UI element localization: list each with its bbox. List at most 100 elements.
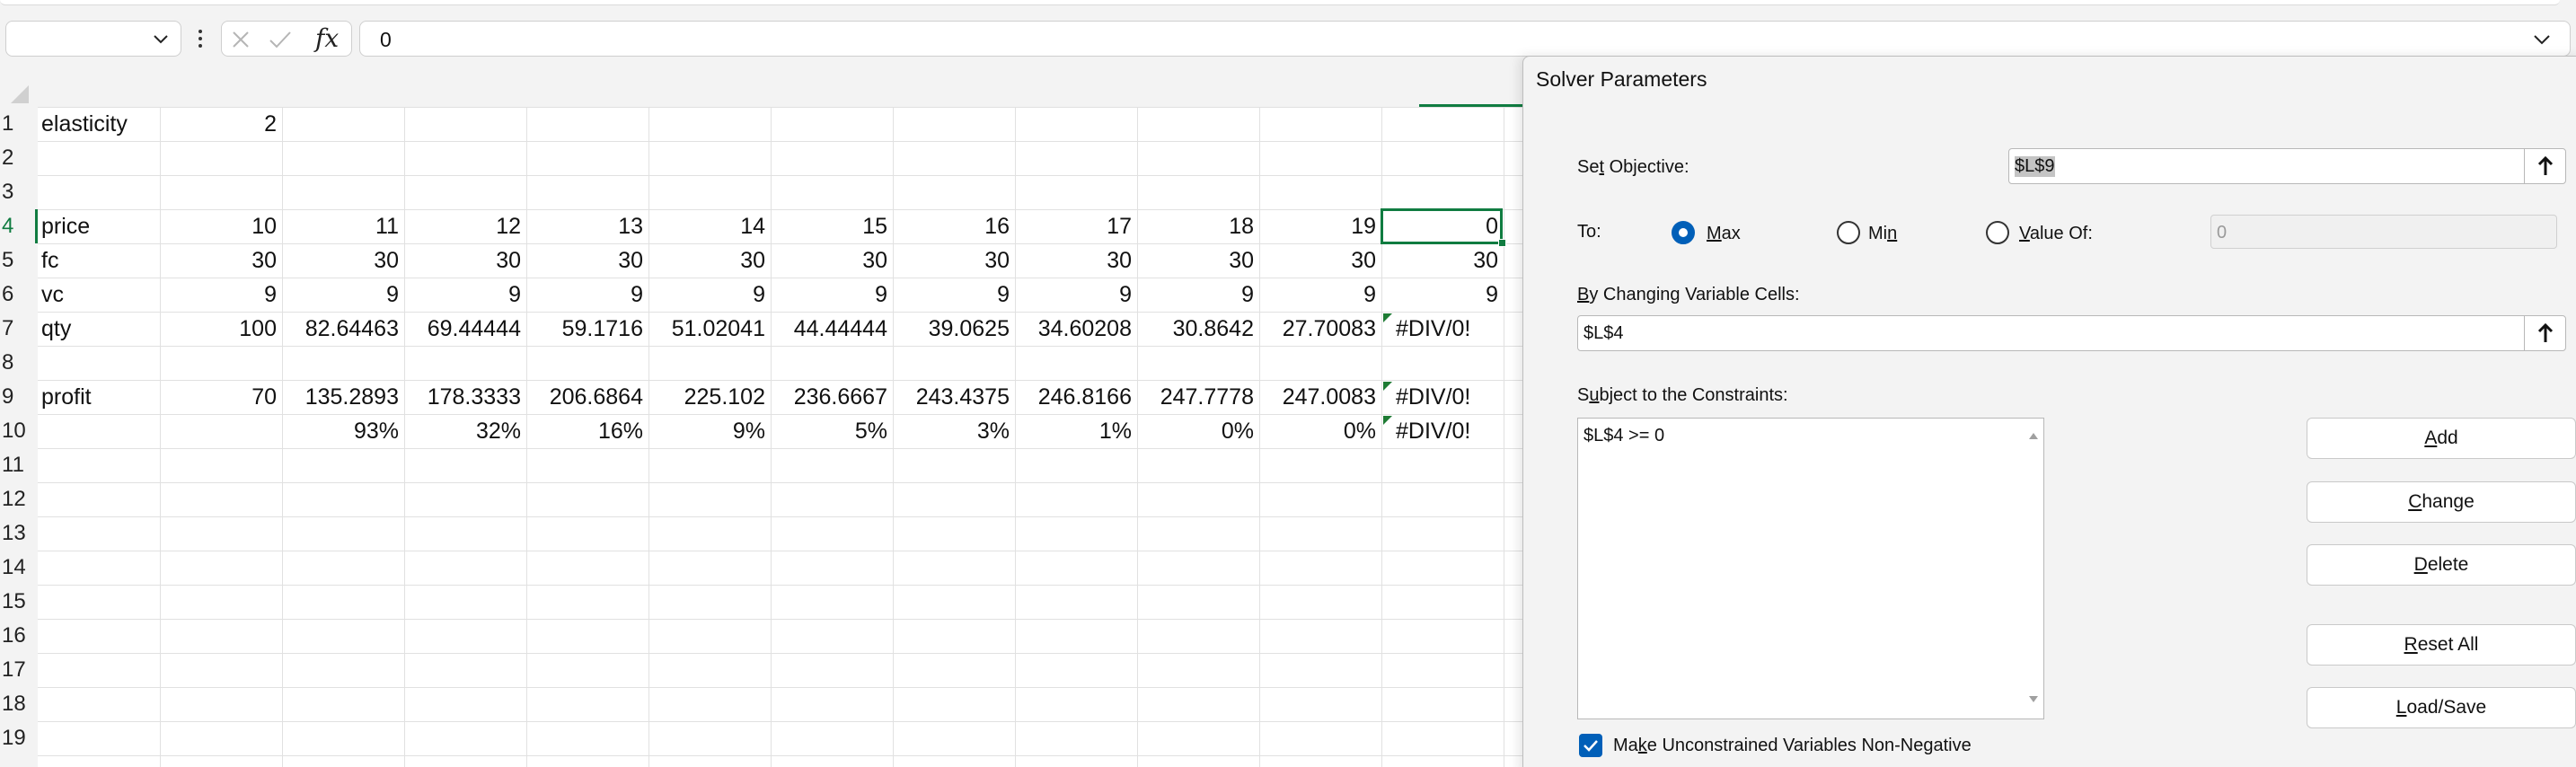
row-label-cell[interactable]: profit: [38, 380, 160, 414]
row-label-cell[interactable]: elasticity: [38, 107, 160, 141]
value-cell[interactable]: 3%: [893, 414, 1015, 448]
value-cell[interactable]: 17: [1015, 209, 1137, 243]
value-cell[interactable]: 12: [404, 209, 526, 243]
value-cell[interactable]: 16: [893, 209, 1015, 243]
value-cell[interactable]: 9: [1259, 278, 1381, 312]
value-cell[interactable]: 27.70083: [1259, 312, 1381, 346]
row-header[interactable]: 8: [0, 346, 38, 380]
row-header[interactable]: 13: [0, 516, 38, 551]
value-cell[interactable]: 13: [526, 209, 648, 243]
row-header[interactable]: 12: [0, 482, 38, 516]
value-cell[interactable]: 30.8642: [1137, 312, 1259, 346]
row-header[interactable]: 1: [0, 107, 38, 141]
reset-all-button[interactable]: Reset All: [2307, 624, 2576, 666]
value-cell[interactable]: 206.6864: [526, 380, 648, 414]
error-cell[interactable]: #DIV/0!: [1381, 312, 1504, 346]
error-cell[interactable]: #DIV/0!: [1381, 380, 1504, 414]
active-cell-selection[interactable]: [1381, 208, 1503, 244]
value-cell[interactable]: 30: [160, 243, 282, 278]
value-cell[interactable]: 9: [282, 278, 404, 312]
cancel-icon[interactable]: [231, 30, 251, 49]
delete-button[interactable]: Delete: [2307, 544, 2576, 586]
row-header[interactable]: 18: [0, 687, 38, 721]
formula-input[interactable]: 0: [359, 21, 2571, 57]
objective-collapse-button[interactable]: [2524, 149, 2565, 183]
add-button[interactable]: Add: [2307, 418, 2576, 459]
error-indicator-icon[interactable]: [1383, 416, 1392, 425]
value-cell[interactable]: 30: [1259, 243, 1381, 278]
scroll-down-icon[interactable]: [2028, 695, 2039, 704]
row-header[interactable]: 9: [0, 380, 38, 414]
row-header[interactable]: 16: [0, 619, 38, 653]
value-cell[interactable]: 59.1716: [526, 312, 648, 346]
row-label-cell[interactable]: price: [38, 209, 160, 243]
value-cell[interactable]: 0%: [1259, 414, 1381, 448]
value-cell[interactable]: 100: [160, 312, 282, 346]
row-header[interactable]: 3: [0, 175, 38, 209]
value-cell[interactable]: 225.102: [648, 380, 771, 414]
value-cell[interactable]: 14: [648, 209, 771, 243]
row-header[interactable]: 5: [0, 243, 38, 278]
objective-input[interactable]: $L$9: [2008, 148, 2566, 184]
fill-handle[interactable]: [1498, 239, 1506, 247]
value-cell[interactable]: 2: [160, 107, 282, 141]
value-cell[interactable]: 11: [282, 209, 404, 243]
value-cell[interactable]: 247.7778: [1137, 380, 1259, 414]
row-header[interactable]: 2: [0, 141, 38, 175]
constraint-item[interactable]: $L$4 >= 0: [1584, 426, 1664, 446]
value-cell[interactable]: 44.44444: [771, 312, 893, 346]
chevron-down-icon[interactable]: [152, 30, 170, 48]
row-label-cell[interactable]: vc: [38, 278, 160, 312]
error-indicator-icon[interactable]: [1383, 313, 1392, 322]
value-cell[interactable]: 32%: [404, 414, 526, 448]
value-cell[interactable]: 30: [526, 243, 648, 278]
error-indicator-icon[interactable]: [1383, 382, 1392, 391]
row-header[interactable]: 6: [0, 278, 38, 312]
value-cell[interactable]: 34.60208: [1015, 312, 1137, 346]
value-cell[interactable]: 16%: [526, 414, 648, 448]
row-header[interactable]: 10: [0, 414, 38, 448]
value-cell[interactable]: 5%: [771, 414, 893, 448]
value-cell[interactable]: 15: [771, 209, 893, 243]
row-header[interactable]: 11: [0, 448, 38, 482]
more-options-icon[interactable]: [196, 25, 205, 52]
value-cell[interactable]: 9: [404, 278, 526, 312]
min-radio[interactable]: [1837, 221, 1860, 244]
value-cell[interactable]: 1%: [1015, 414, 1137, 448]
enter-check-icon[interactable]: [269, 30, 292, 49]
value-cell[interactable]: 9: [526, 278, 648, 312]
value-cell[interactable]: 9: [648, 278, 771, 312]
value-cell[interactable]: 10: [160, 209, 282, 243]
value-cell[interactable]: 30: [648, 243, 771, 278]
value-cell[interactable]: 19: [1259, 209, 1381, 243]
row-header[interactable]: 15: [0, 585, 38, 619]
changing-cells-collapse-button[interactable]: [2524, 316, 2565, 350]
value-cell[interactable]: 236.6667: [771, 380, 893, 414]
value-cell[interactable]: 178.3333: [404, 380, 526, 414]
value-cell[interactable]: 135.2893: [282, 380, 404, 414]
value-cell[interactable]: 30: [282, 243, 404, 278]
load-save-button[interactable]: Load/Save: [2307, 687, 2576, 728]
name-box[interactable]: [5, 21, 181, 57]
nonnegative-checkbox[interactable]: [1579, 734, 1602, 757]
value-cell[interactable]: 51.02041: [648, 312, 771, 346]
value-cell[interactable]: 9: [893, 278, 1015, 312]
expand-formula-bar-icon[interactable]: [2532, 31, 2552, 48]
value-cell[interactable]: 30: [1015, 243, 1137, 278]
select-all-corner[interactable]: [0, 76, 38, 107]
value-of-radio[interactable]: [1986, 221, 2009, 244]
value-cell[interactable]: 18: [1137, 209, 1259, 243]
cell-grid[interactable]: elasticity 2 price 10 11 12 13 14 15 16 17 18 19 0 fc 3…: [38, 107, 1529, 767]
value-cell[interactable]: 30: [893, 243, 1015, 278]
value-cell[interactable]: 30: [1137, 243, 1259, 278]
value-cell[interactable]: 69.44444: [404, 312, 526, 346]
value-cell[interactable]: 9: [1015, 278, 1137, 312]
insert-function-icon[interactable]: fx: [315, 23, 339, 53]
row-header[interactable]: 7: [0, 312, 38, 346]
value-cell[interactable]: 247.0083: [1259, 380, 1381, 414]
row-header[interactable]: 19: [0, 721, 38, 755]
value-cell[interactable]: 9%: [648, 414, 771, 448]
value-cell[interactable]: 246.8166: [1015, 380, 1137, 414]
scroll-up-icon[interactable]: [2028, 431, 2039, 440]
value-cell[interactable]: 82.64463: [282, 312, 404, 346]
